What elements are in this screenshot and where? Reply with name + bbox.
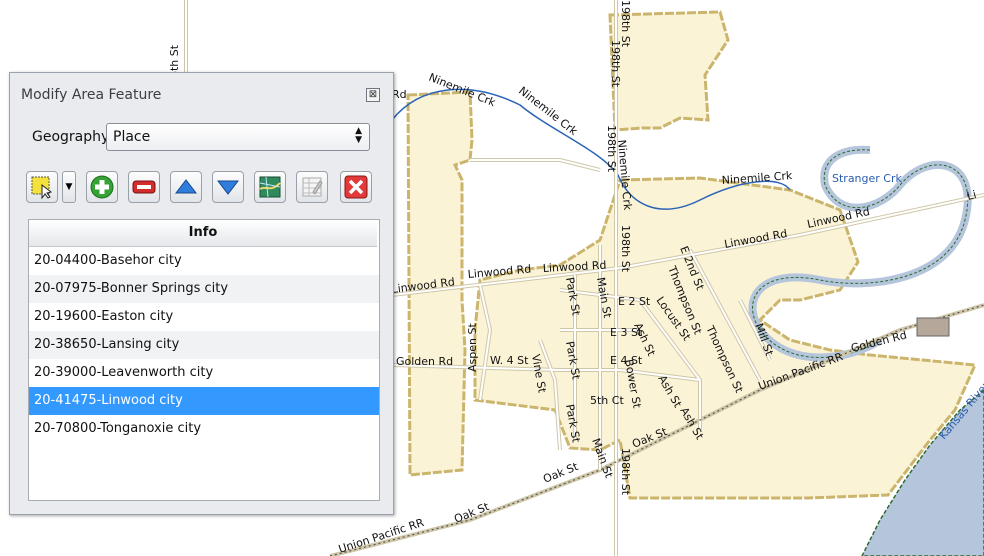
dialog-title: Modify Area Feature [21,87,162,103]
table-row[interactable]: 20-38650-Lansing city [29,331,379,359]
label-rd-r: Rd [392,88,407,101]
modify-area-feature-dialog: Modify Area Feature ⊠ Geography Place ▲ ▼… [9,72,394,515]
geography-label: Geography [32,129,110,145]
updown-arrows-icon: ▲ ▼ [355,126,362,145]
move-down-button[interactable] [212,171,244,203]
remove-icon [132,180,156,194]
select-mode-dropdown[interactable]: ▼ [62,171,76,203]
table-row[interactable]: 20-39000-Leavenworth city [29,359,379,387]
label-w4-st: W. 4 St [490,354,529,367]
remove-button[interactable] [128,171,160,203]
select-area-icon [31,176,53,199]
geography-select-value: Place [113,129,151,145]
label-198th-st-b: 198th St [609,40,622,88]
select-area-button[interactable] [26,171,58,203]
label-li: Li [966,188,978,203]
table-row[interactable]: 20-70800-Tonganoxie city [29,415,379,443]
zoom-to-map-icon [259,176,281,198]
table-row[interactable]: 20-07975-Bonner Springs city [29,275,379,303]
move-up-icon [174,179,198,194]
edit-table-button[interactable] [296,171,328,203]
move-up-button[interactable] [170,171,202,203]
label-golden-rd-1: Golden Rd [396,355,453,368]
table-row[interactable]: 20-04400-Basehor city [29,247,379,275]
table-row[interactable]: 20-19600-Easton city [29,303,379,331]
add-icon [90,175,114,199]
label-aspen-st: Aspen St [466,323,479,372]
edit-table-icon [302,177,323,197]
delete-button[interactable] [340,171,372,203]
label-e2-st: E 2 St [618,295,651,308]
label-198th-st-c: 198th St [605,125,618,173]
label-golden-rd-2: Golden Rd [850,328,909,354]
label-5th-ct: 5th Ct [590,394,624,407]
dialog-titlebar[interactable]: Modify Area Feature ⊠ [10,73,393,113]
building [916,317,950,337]
label-oak-st-2: Oak St [541,460,580,486]
table-row-selected[interactable]: 20-41475-Linwood city [29,387,379,415]
label-198th-st-e: 198th St [619,448,632,496]
label-ninemile-crk-2: Ninemile Crk [516,84,580,138]
label-oak-st-3: Oak St [452,500,491,526]
add-button[interactable] [86,171,118,203]
zoom-to-map-button[interactable] [254,171,286,203]
label-198th-st-d: 198th St [619,225,632,273]
geography-select[interactable]: Place ▲ ▼ [106,123,370,151]
close-icon[interactable]: ⊠ [366,88,380,102]
label-stranger-crk: Stranger Crk [832,172,903,185]
info-table: Info 20-04400-Basehor city 20-07975-Bonn… [28,219,380,501]
move-down-icon [216,180,240,195]
info-column-header[interactable]: Info [29,220,377,247]
delete-icon [344,175,368,199]
